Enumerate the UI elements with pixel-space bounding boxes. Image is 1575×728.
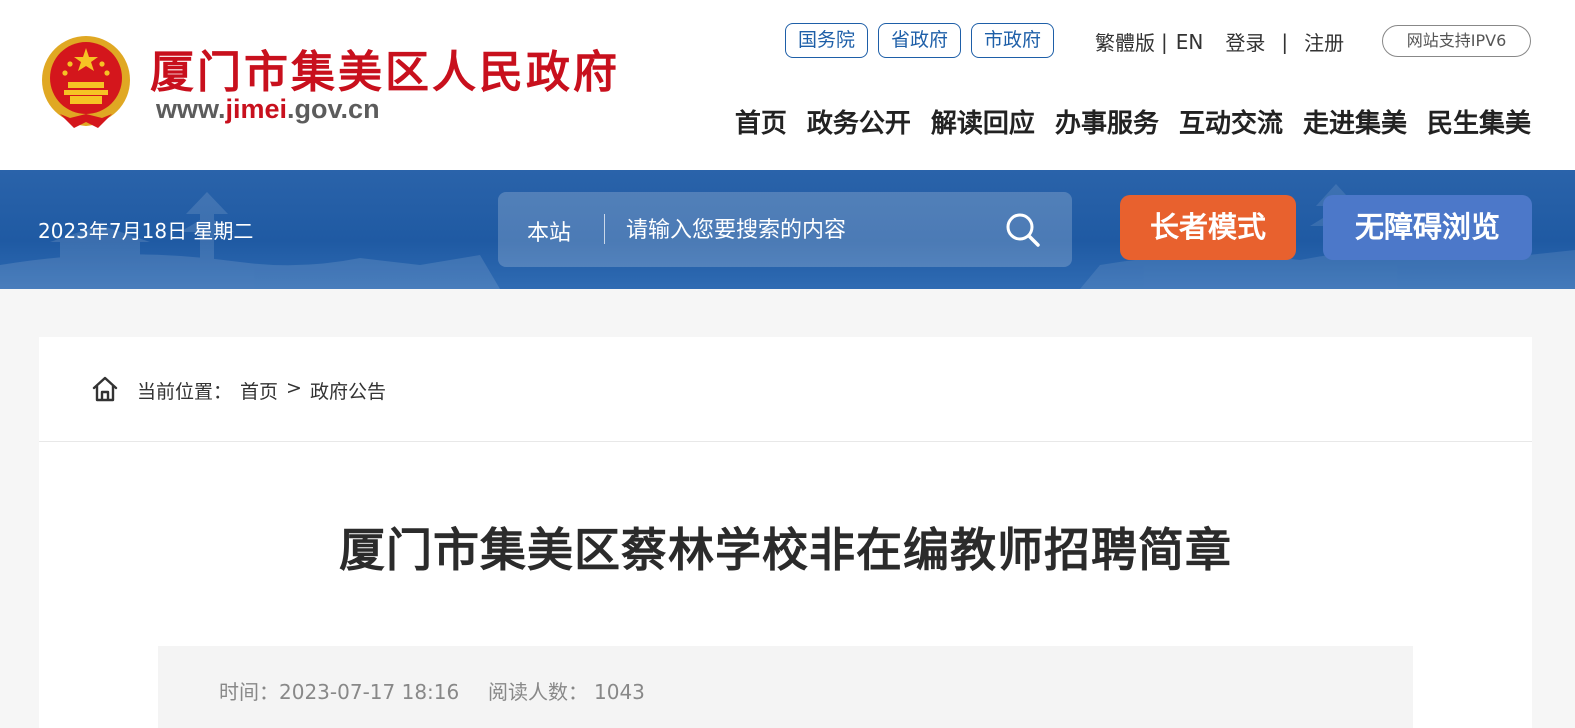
province-gov-link[interactable]: 省政府 <box>878 23 962 58</box>
breadcrumb-arrow: > <box>286 377 302 399</box>
nav-livelihood[interactable]: 民生集美 <box>1427 103 1531 140</box>
publish-time: 时间：2023-07-17 18:16 <box>219 676 459 705</box>
search-divider <box>604 214 605 244</box>
view-count-value: 1043 <box>594 680 645 704</box>
site-url-accent: jimei <box>225 94 288 124</box>
main-nav: 首页 政务公开 解读回应 办事服务 互动交流 走进集美 民生集美 <box>735 103 1531 140</box>
nav-interpretation[interactable]: 解读回应 <box>931 103 1035 140</box>
nav-about-jimei[interactable]: 走进集美 <box>1303 103 1407 140</box>
search-box: 本站 <box>498 192 1072 267</box>
site-url: www.jimei.gov.cn <box>156 94 380 125</box>
view-count: 阅读人数： 1043 <box>488 676 645 705</box>
breadcrumb-label: 当前位置： <box>137 381 233 403</box>
util-separator: | <box>1281 29 1289 54</box>
elder-mode-button[interactable]: 长者模式 <box>1120 195 1296 260</box>
util-separator: | <box>1161 29 1168 54</box>
current-date: 2023年7月18日 星期二 <box>38 219 254 243</box>
nav-gov-affairs[interactable]: 政务公开 <box>807 103 911 140</box>
home-icon <box>92 376 118 402</box>
state-council-link[interactable]: 国务院 <box>785 23 869 58</box>
nav-interaction[interactable]: 互动交流 <box>1179 103 1283 140</box>
breadcrumb-trail: 当前位置： 首页 > 政府公告 <box>137 377 386 404</box>
breadcrumb-current-link[interactable]: 政府公告 <box>310 377 386 404</box>
city-gov-link[interactable]: 市政府 <box>971 23 1055 58</box>
search-icon[interactable] <box>1003 210 1043 250</box>
article-meta: 时间：2023-07-17 18:16 阅读人数： 1043 <box>158 646 1413 728</box>
register-link[interactable]: 注册 <box>1304 27 1344 56</box>
site-url-suffix: .gov.cn <box>287 94 380 124</box>
breadcrumb: 当前位置： 首页 > 政府公告 <box>39 337 1532 442</box>
search-scope-select[interactable]: 本站 <box>527 215 571 247</box>
traditional-chinese-link[interactable]: 繁體版 <box>1095 27 1155 56</box>
publish-time-value: 2023-07-17 18:16 <box>279 680 460 704</box>
site-url-prefix: www. <box>156 94 226 124</box>
english-link[interactable]: EN <box>1176 30 1204 54</box>
site-header: 厦门市集美区人民政府 www.jimei.gov.cn 国务院 省政府 市政府 … <box>0 0 1575 170</box>
nav-services[interactable]: 办事服务 <box>1055 103 1159 140</box>
article-container: 当前位置： 首页 > 政府公告 厦门市集美区蔡林学校非在编教师招聘简章 时间：2… <box>39 337 1532 728</box>
nav-home[interactable]: 首页 <box>735 103 787 140</box>
ipv6-badge: 网站支持IPV6 <box>1382 25 1531 57</box>
national-emblem-icon[interactable] <box>40 34 132 130</box>
search-input[interactable] <box>626 210 986 250</box>
utility-links: 繁體版 | EN 登录 | 注册 <box>1095 27 1344 56</box>
article-title: 厦门市集美区蔡林学校非在编教师招聘简章 <box>339 523 1232 577</box>
site-name[interactable]: 厦门市集美区人民政府 <box>150 36 620 100</box>
accessibility-button[interactable]: 无障碍浏览 <box>1323 195 1532 260</box>
login-link[interactable]: 登录 <box>1225 27 1265 56</box>
search-banner: 2023年7月18日 星期二 本站 长者模式 无障碍浏览 <box>0 170 1575 289</box>
breadcrumb-home-link[interactable]: 首页 <box>240 377 278 404</box>
publish-time-label: 时间： <box>219 680 279 704</box>
view-count-label: 阅读人数： <box>488 680 588 704</box>
gov-links: 国务院 省政府 市政府 <box>785 23 1055 58</box>
